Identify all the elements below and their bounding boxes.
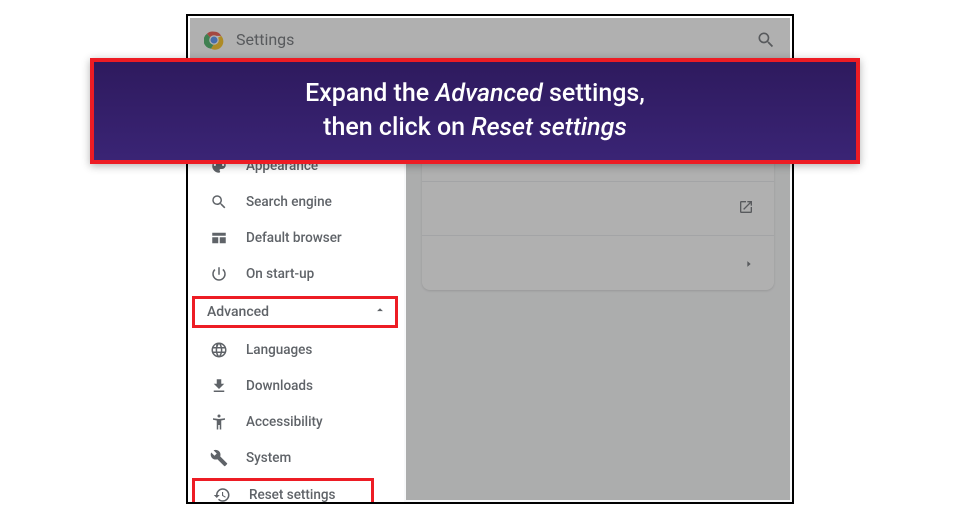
search-icon [210,193,228,211]
chevron-right-icon [744,254,754,273]
page-title: Settings [236,30,294,49]
sidebar-item-downloads[interactable]: Downloads [188,368,404,404]
search-icon[interactable] [756,30,776,54]
instruction-callout: Expand the Advanced settings, then click… [90,58,860,164]
settings-header: Settings [188,16,792,64]
sidebar-item-label: System [246,450,291,466]
chrome-logo-icon [204,30,224,50]
download-icon [210,377,228,395]
accessibility-icon [210,413,228,431]
reset-icon [213,486,231,504]
instruction-text: Expand the Advanced settings, then click… [305,77,645,145]
sidebar-item-languages[interactable]: Languages [188,332,404,368]
card-row[interactable] [422,236,774,290]
sidebar-item-reset-settings[interactable]: Reset settings [192,478,374,504]
sidebar-item-label: Default browser [246,230,342,246]
sidebar-item-label: On start-up [246,266,314,282]
power-icon [210,265,228,283]
sidebar-item-label: Accessibility [246,414,323,430]
sidebar-item-search-engine[interactable]: Search engine [188,184,404,220]
sidebar-item-default-browser[interactable]: Default browser [188,220,404,256]
globe-icon [210,341,228,359]
sidebar-item-label: Reset settings [249,487,335,503]
sidebar-item-label: Languages [246,342,312,358]
sidebar-item-on-startup[interactable]: On start-up [188,256,404,292]
external-link-icon [738,199,754,219]
advanced-label: Advanced [207,304,269,320]
sidebar-section-advanced[interactable]: Advanced [192,296,398,328]
wrench-icon [210,449,228,467]
sidebar-item-label: Downloads [246,378,313,394]
chevron-up-icon [373,303,387,321]
card-row-external[interactable] [422,182,774,236]
browser-icon [210,229,228,247]
sidebar-item-accessibility[interactable]: Accessibility [188,404,404,440]
sidebar-item-system[interactable]: System [188,440,404,476]
sidebar-item-label: Search engine [246,194,332,210]
